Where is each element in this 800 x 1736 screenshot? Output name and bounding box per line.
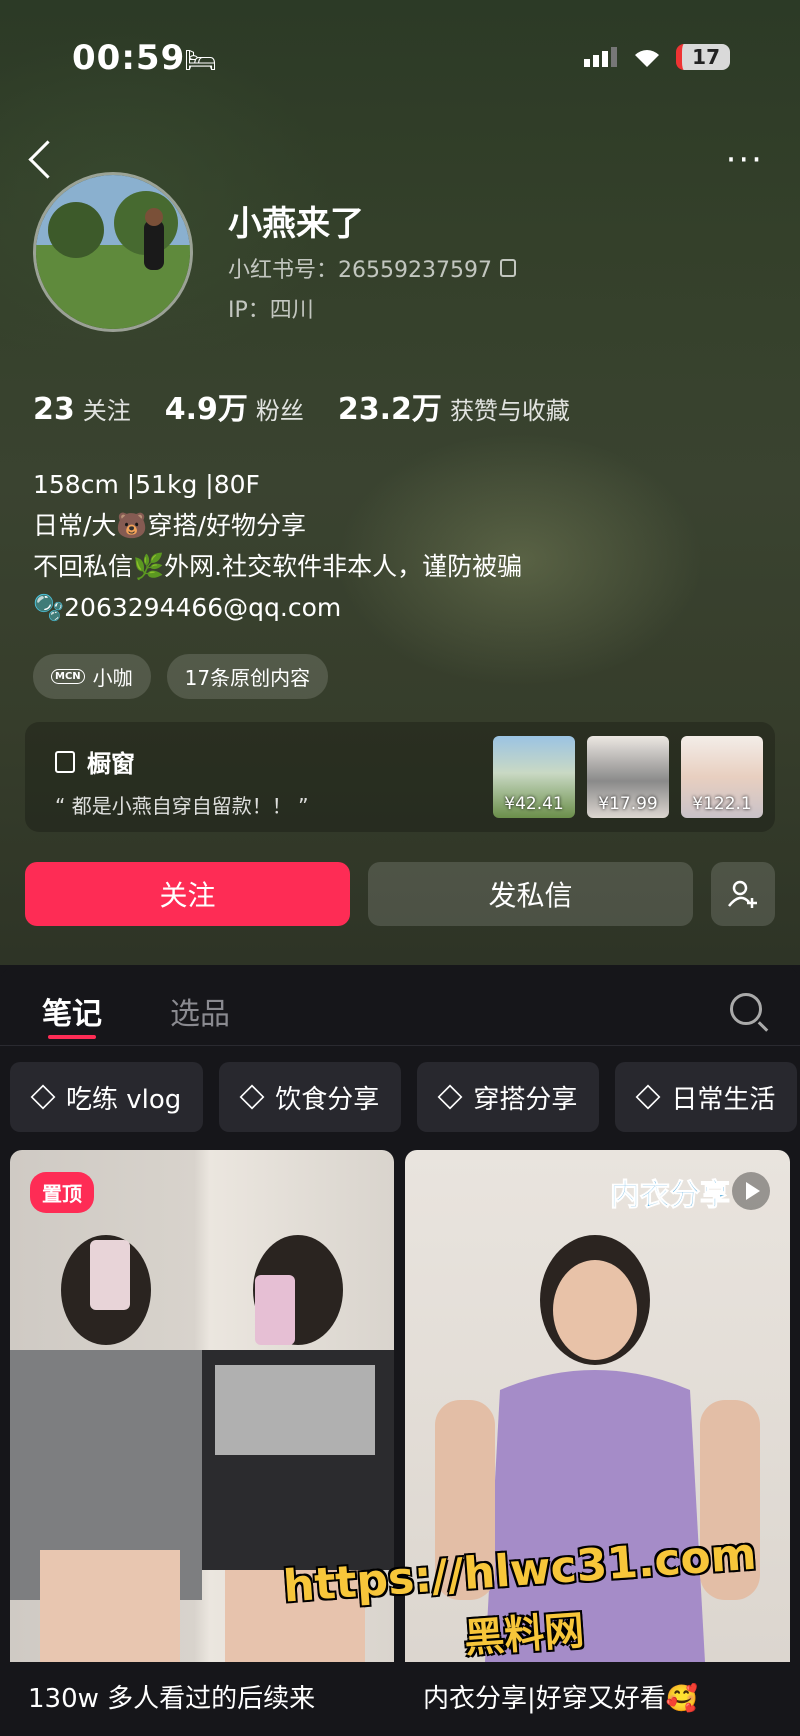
red-id-text: 小红书号：26559237597 (228, 258, 492, 283)
profile-tags: MCN 小咖 17条原创内容 (33, 654, 329, 699)
bio-line: 🫧2063294466@qq.com (33, 593, 342, 622)
chip-collection[interactable]: 饮食分享 (219, 1062, 402, 1132)
shopping-bag-icon (55, 750, 75, 773)
tag-label: 小咖 (92, 666, 133, 690)
shop-item-price: ¥42.41 (504, 794, 564, 814)
shop-items: ¥42.41 ¥17.99 ¥122.1 (493, 736, 763, 818)
tag-original-content[interactable]: 17条原创内容 (166, 654, 329, 699)
note-title: 130w 多人看过的后续来 (28, 1684, 316, 1714)
chip-label: 饮食分享 (275, 1084, 380, 1115)
video-play-icon (732, 1172, 770, 1210)
stat-number: 23.2万 (337, 392, 442, 427)
profile-name: 小燕来了 (228, 204, 364, 244)
shop-window-card[interactable]: 橱窗 “ 都是小燕自穿自留款！！ ” ¥42.41 ¥17.99 ¥122.1 (25, 722, 775, 832)
chip-collection[interactable]: 穿搭分享 (417, 1062, 600, 1132)
profile-bio: 158cm |51kg |80F 日常/大🐻穿搭/好物分享 不回私信🌿外网.社交… (33, 464, 522, 628)
add-user-icon (728, 880, 757, 908)
status-time: 00:59 (72, 38, 186, 78)
stat-label: 获赞与收藏 (449, 397, 570, 425)
battery-indicator: 17 (676, 44, 730, 70)
stat-likes[interactable]: 23.2万 获赞与收藏 (338, 384, 570, 428)
layers-icon (239, 1084, 265, 1110)
ip-location: IP：四川 (228, 298, 314, 323)
chip-label: 吃练 vlog (66, 1084, 182, 1115)
layers-icon (30, 1084, 56, 1110)
shop-item-price: ¥122.1 (692, 794, 752, 814)
layers-icon (437, 1084, 463, 1110)
tab-selection[interactable]: 选品 (170, 989, 230, 1033)
layers-icon (635, 1084, 661, 1110)
mcn-icon: MCN (51, 669, 85, 684)
profile-stats: 23 关注 4.9万 粉丝 23.2万 获赞与收藏 (33, 384, 570, 428)
bio-line: 158cm |51kg |80F (33, 470, 260, 499)
tab-notes[interactable]: 笔记 (42, 989, 102, 1033)
add-friend-button[interactable] (711, 862, 775, 926)
collection-chips: 吃练 vlog 饮食分享 穿搭分享 日常生活 (10, 1062, 798, 1132)
copy-icon[interactable] (499, 259, 516, 277)
shop-subtitle: “ 都是小燕自穿自留款！！ ” (55, 794, 309, 818)
note-title: 内衣分享|好穿又好看🥰 (423, 1684, 699, 1714)
shop-title: 橱窗 (55, 744, 135, 779)
shop-item[interactable]: ¥42.41 (493, 736, 575, 818)
stat-followers[interactable]: 4.9万 粉丝 (165, 384, 304, 428)
stat-number: 4.9万 (164, 392, 248, 427)
profile-tabs: 笔记 选品 (0, 965, 800, 1046)
stat-label: 粉丝 (255, 397, 304, 425)
active-tab-indicator (48, 1035, 96, 1039)
stat-following[interactable]: 23 关注 (33, 391, 131, 427)
tag-creator-level[interactable]: MCN 小咖 (33, 654, 151, 699)
message-button[interactable]: 发私信 (368, 862, 693, 926)
status-icons: 17 (584, 44, 730, 70)
chip-collection[interactable]: 吃练 vlog (10, 1062, 204, 1132)
chip-collection[interactable]: 日常生活 (615, 1062, 798, 1132)
shop-item-price: ¥17.99 (598, 794, 658, 814)
more-options-icon[interactable]: ··· (726, 143, 764, 177)
stat-number: 23 (33, 392, 75, 427)
signal-icon (584, 47, 618, 67)
note-overlay-text: 内衣分享 (610, 1178, 731, 1214)
chip-label: 穿搭分享 (473, 1084, 578, 1115)
tag-label: 17条原创内容 (184, 666, 311, 690)
shop-item[interactable]: ¥122.1 (681, 736, 763, 818)
shop-item[interactable]: ¥17.99 (587, 736, 669, 818)
pinned-badge: 置顶 (30, 1172, 94, 1213)
shop-title-text: 橱窗 (87, 750, 135, 778)
bio-line: 不回私信🌿外网.社交软件非本人，谨防被骗 (33, 552, 523, 581)
avatar[interactable] (33, 172, 193, 332)
bio-line: 日常/大🐻穿搭/好物分享 (33, 511, 306, 540)
sleep-bed-icon: 🛏 (184, 46, 218, 76)
follow-button[interactable]: 关注 (25, 862, 350, 926)
red-id: 小红书号：26559237597 (228, 252, 516, 284)
wifi-icon (635, 50, 660, 67)
search-icon[interactable] (730, 993, 762, 1025)
chip-label: 日常生活 (671, 1084, 776, 1115)
stat-label: 关注 (82, 397, 131, 425)
